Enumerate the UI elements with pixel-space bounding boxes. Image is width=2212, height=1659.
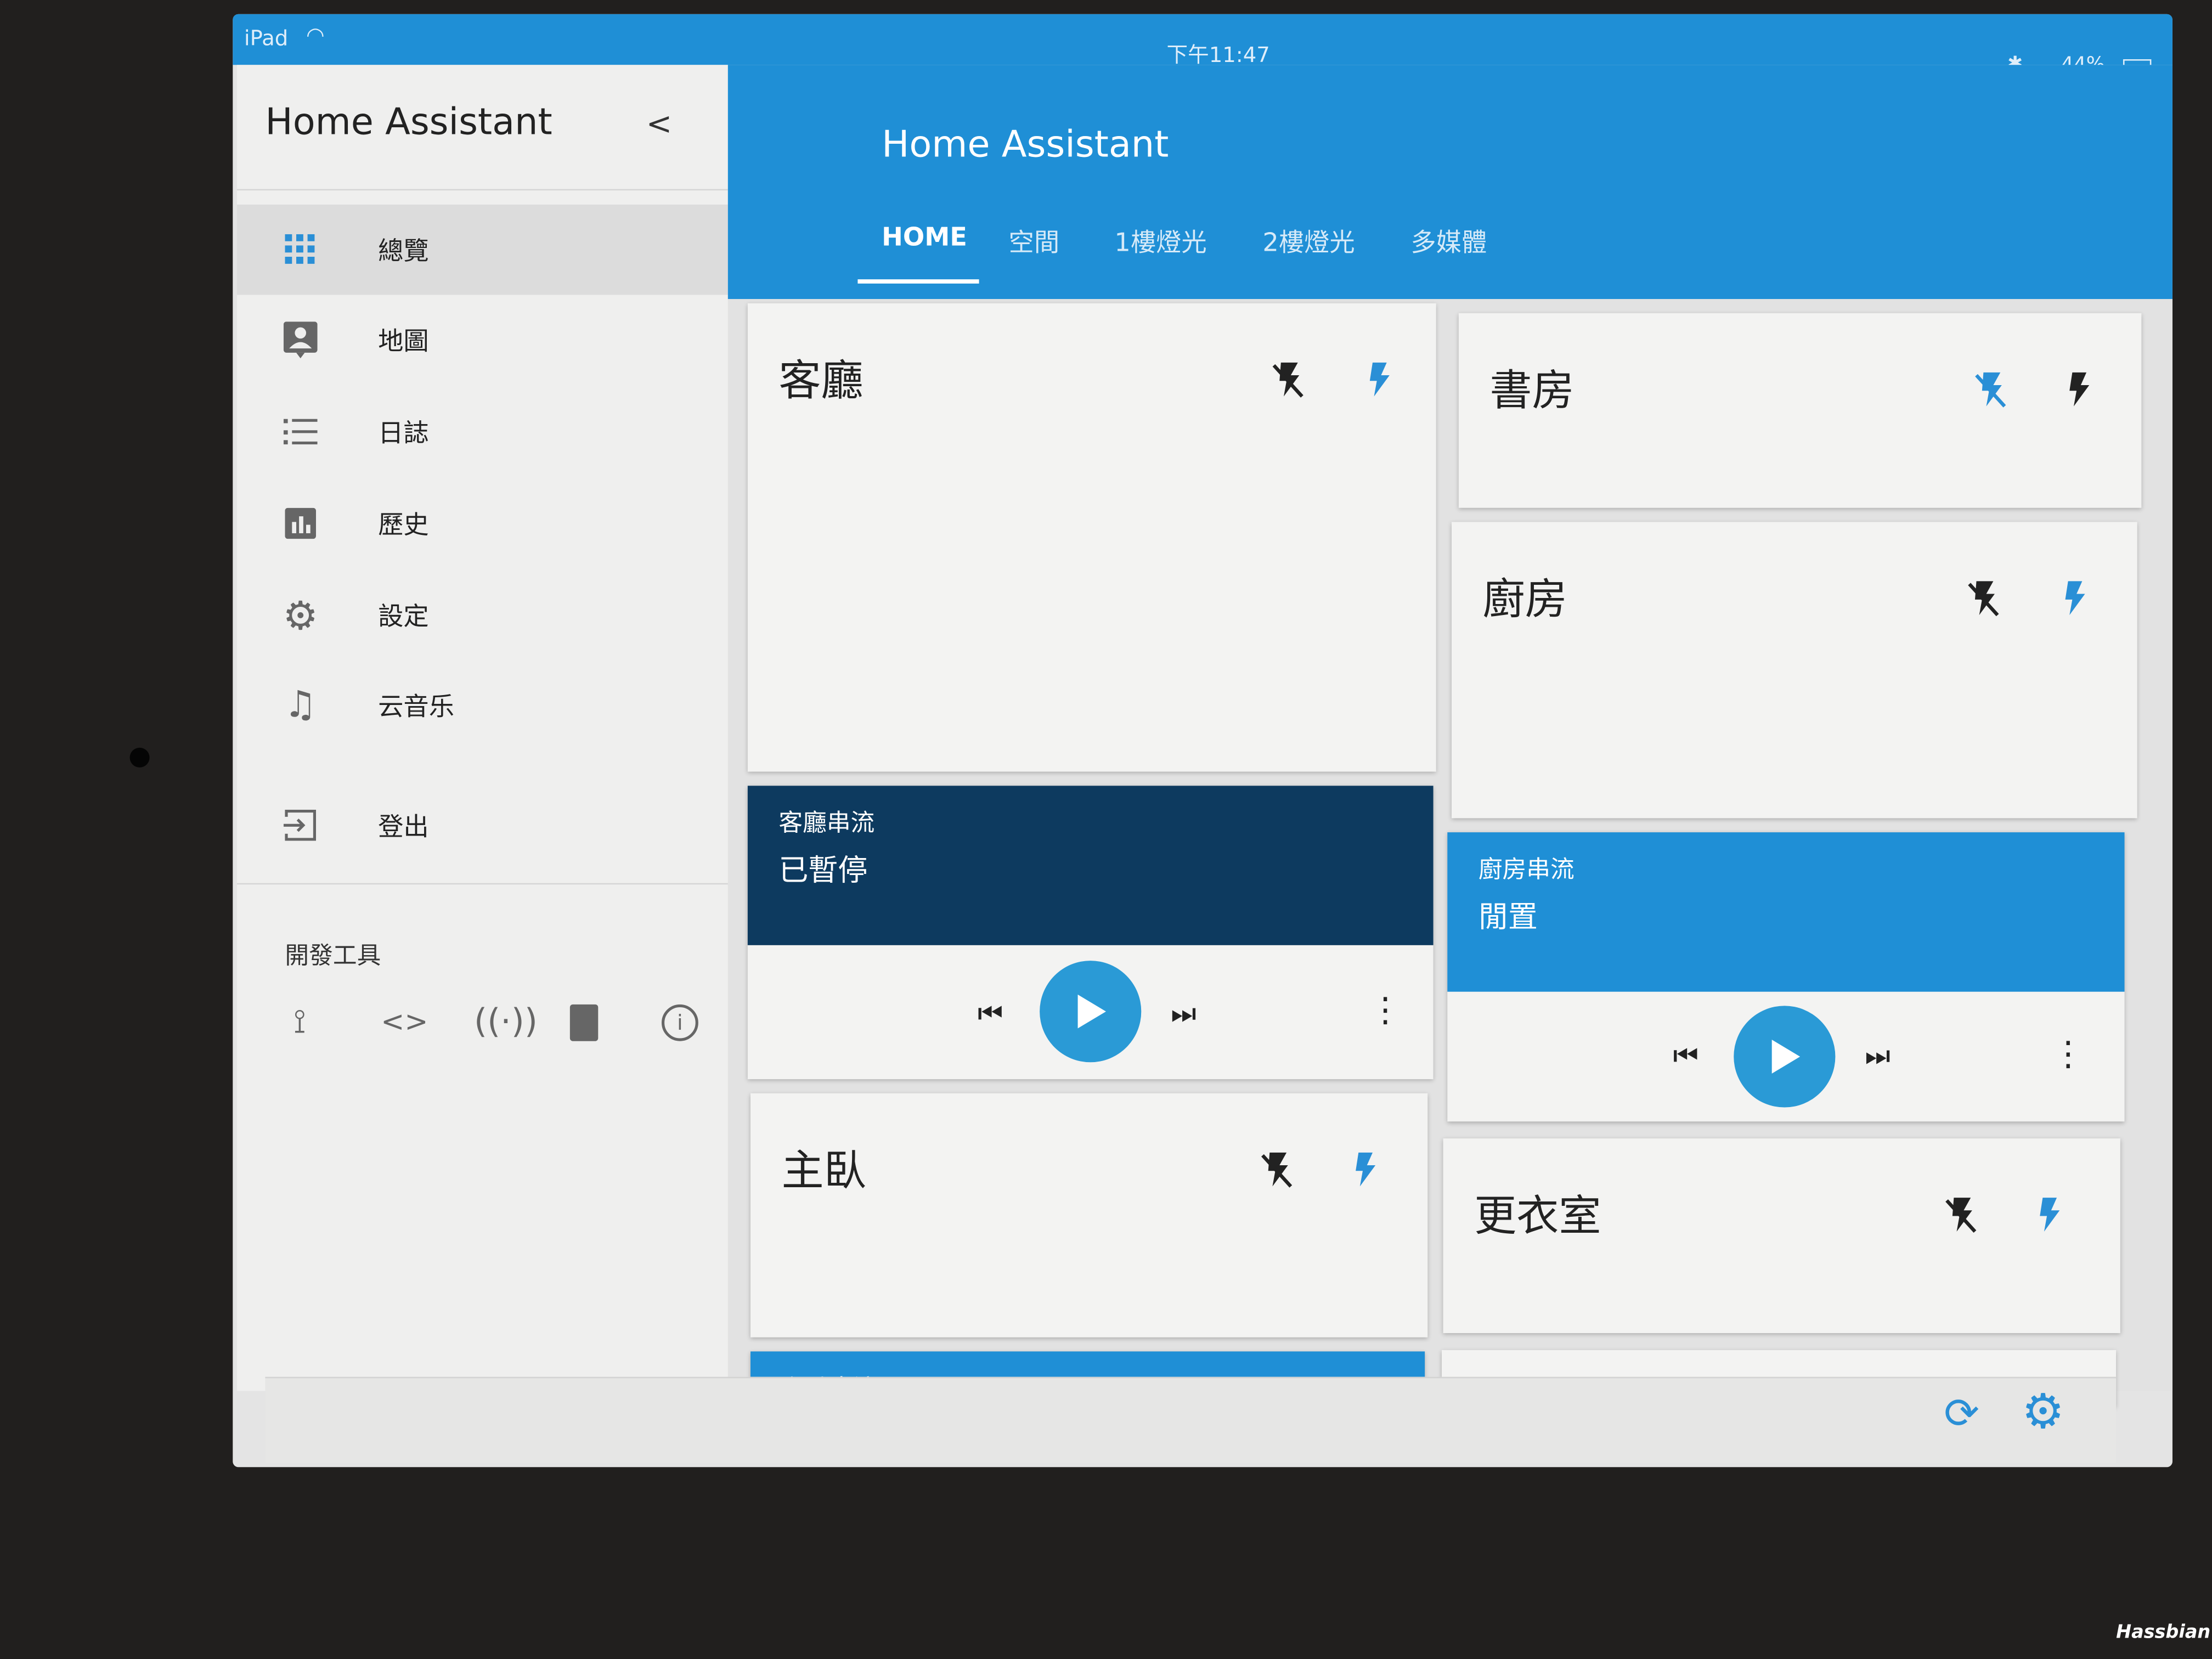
sidebar-item-settings[interactable]: ⚙ 設定 [237,570,728,661]
sidebar-title: Home Assistant [265,101,552,144]
media-player-name: 廚房串流 [1478,856,1575,885]
sidebar-item-history[interactable]: 歷史 [237,478,728,569]
wifi-icon: ◠ [306,22,325,48]
room-card-closet: 更衣室 [1443,1138,2120,1333]
room-card-kitchen: 廚房 [1451,522,2137,819]
account-box-icon [279,321,321,359]
tab-home[interactable]: HOME [882,223,967,252]
tab-rooms[interactable]: 空間 [1009,223,1060,259]
tab-floor1-lights[interactable]: 1樓燈光 [1114,223,1206,259]
music-note-icon: ♫ [284,684,317,727]
divider [236,883,728,885]
next-track-icon[interactable]: ⏭ [1171,996,1196,1030]
room-card-master: 主臥 [750,1093,1428,1338]
sidebar-item-overview[interactable]: 總覽 [236,204,728,295]
collapse-sidebar-chevron-icon[interactable]: < [646,107,672,142]
info-icon[interactable]: i [661,1004,698,1041]
play-icon [1077,994,1106,1029]
flash-off-icon[interactable] [1272,360,1304,399]
sidebar-item-label: 云音乐 [378,692,454,723]
card-title: 更衣室 [1474,1192,1601,1242]
media-info: 廚房串流 閒置 [1447,832,2125,992]
dashboard: 客廳 客廳串流 已暫停 ⏮ ⏭ ⋮ 主臥 主臥串流 書房 廚房 [727,299,2172,1408]
sidebar: Home Assistant < 總覽 地圖 日誌 歷史 ⚙ 設定 ♫ 云音乐 … [236,65,728,1391]
sidebar-item-label: 設定 [378,602,429,632]
more-vert-icon[interactable]: ⋮ [2051,1034,2085,1074]
sidebar-item-music[interactable]: ♫ 云音乐 [237,660,728,751]
apps-grid-icon [279,234,321,266]
flash-icon[interactable] [1351,1150,1376,1189]
sidebar-item-logbook[interactable]: 日誌 [237,387,728,477]
sidebar-item-label: 歷史 [378,510,429,540]
more-vert-icon[interactable]: ⋮ [1368,990,1402,1030]
play-button[interactable] [1040,961,1142,1063]
play-icon [1771,1040,1801,1074]
card-title: 書房 [1489,366,1575,416]
card-title: 主臥 [781,1147,866,1197]
play-button[interactable] [1734,1006,1836,1108]
sidebar-item-map[interactable]: 地圖 [237,295,728,385]
flash-off-icon[interactable] [1968,578,1999,618]
media-controls: ⏮ ⏭ ⋮ [748,945,1434,1079]
media-info: 客廳串流 已暫停 [747,786,1434,945]
toolbar: Home Assistant HOME 空間 1樓燈光 2樓燈光 多媒體 [727,65,2172,300]
media-card-living-stream: 客廳串流 已暫停 ⏮ ⏭ ⋮ [747,786,1434,1080]
broadcast-icon[interactable]: ((·)) [474,1002,538,1041]
card-title: 廚房 [1482,575,1567,625]
status-bar: iPad ◠ 下午11:47 ✱ 44% [233,14,2172,76]
sidebar-item-label: 日誌 [378,419,429,449]
ipad-screen: iPad ◠ 下午11:47 ✱ 44% Home Assistant < 總覽… [233,14,2172,1468]
tab-floor2-lights[interactable]: 2樓燈光 [1262,223,1355,259]
sidebar-item-label: 地圖 [378,327,429,357]
flash-off-icon[interactable] [1945,1195,1977,1234]
exit-icon [279,808,321,842]
refresh-icon[interactable]: ⟳ [1944,1390,1979,1439]
app-title: Home Assistant [882,124,1169,167]
front-camera [129,747,150,768]
sidebar-item-label: 總覽 [378,236,429,267]
list-icon [279,417,321,445]
media-state: 閒置 [1478,900,1538,934]
dev-tools-label: 開發工具 [285,942,381,971]
flash-icon[interactable] [2036,1195,2061,1234]
media-player-name: 客廳串流 [778,809,875,838]
flash-icon[interactable] [2061,578,2086,618]
device-name: iPad [244,25,289,51]
chart-icon [279,507,321,539]
divider [236,189,728,191]
remote-icon[interactable]: ⟟ [294,1002,306,1041]
sidebar-item-logout[interactable]: 登出 [237,780,728,871]
room-card-study: 書房 [1458,313,2142,508]
bottom-toolbar: ⟳ ⚙ [265,1376,2117,1463]
tab-multimedia[interactable]: 多媒體 [1410,223,1487,259]
media-controls: ⏮ ⏭ ⋮ [1447,992,2124,1126]
previous-track-icon[interactable]: ⏮ [978,996,1003,1030]
flash-icon[interactable] [2066,370,2091,409]
flash-off-icon[interactable] [1975,370,2006,409]
card-title: 客廳 [778,357,864,407]
room-card-living: 客廳 [747,303,1436,772]
file-code-icon[interactable] [569,1004,599,1041]
flash-off-icon[interactable] [1261,1150,1293,1189]
code-icon[interactable]: <> [381,1005,428,1039]
settings-gear-icon[interactable]: ⚙ [2022,1384,2064,1441]
previous-track-icon[interactable]: ⏮ [1673,1039,1699,1073]
sidebar-item-label: 登出 [378,812,429,843]
gear-icon: ⚙ [283,591,318,639]
active-tab-indicator [857,279,979,284]
media-card-kitchen-stream: 廚房串流 閒置 ⏮ ⏭ ⋮ [1447,832,2125,1122]
flash-icon[interactable] [1365,360,1391,399]
next-track-icon[interactable]: ⏭ [1865,1039,1890,1073]
watermark: Hassbian [2116,1622,2211,1644]
media-state: 已暫停 [778,853,868,888]
